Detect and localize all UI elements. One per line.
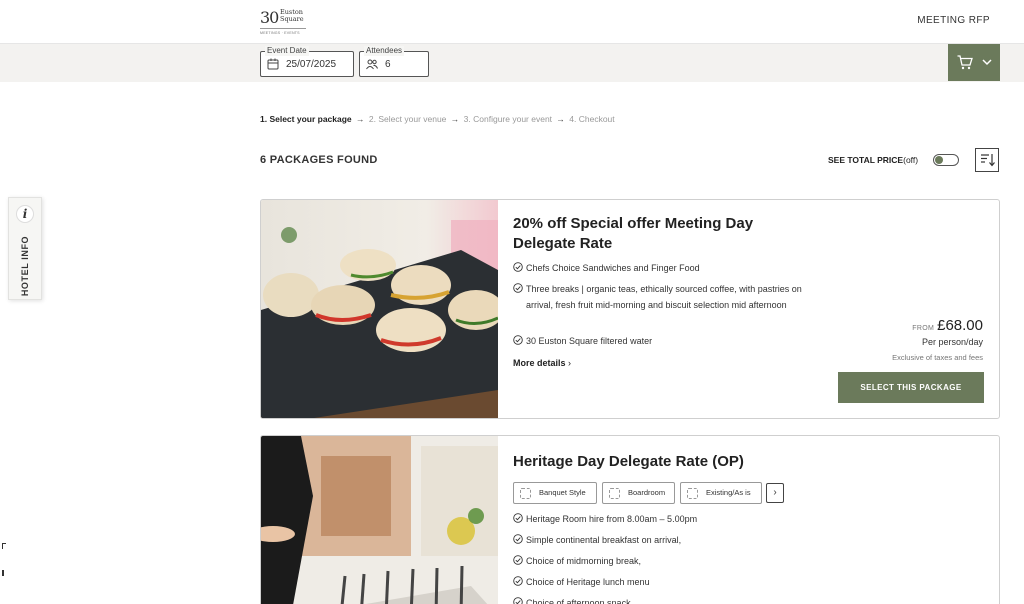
price-amount: £68.00 bbox=[937, 317, 983, 334]
package-feature: Choice of midmorning break, bbox=[513, 553, 813, 569]
existing-layout-icon bbox=[687, 488, 698, 499]
price-note: Exclusive of taxes and fees bbox=[892, 353, 983, 362]
event-date-value: 25/07/2025 bbox=[286, 59, 337, 70]
package-feature: Choice of afternoon snack bbox=[513, 595, 813, 604]
layout-chip-banquet[interactable]: Banquet Style bbox=[513, 482, 597, 504]
more-details-link[interactable]: More details › bbox=[513, 358, 571, 368]
attendees-field[interactable]: Attendees 6 bbox=[359, 46, 429, 77]
layout-chip-existing[interactable]: Existing/As is bbox=[680, 482, 762, 504]
step-4[interactable]: 4. Checkout bbox=[569, 114, 614, 124]
boardroom-icon bbox=[609, 488, 620, 499]
price-unit: Per person/day bbox=[921, 337, 983, 347]
breadcrumb-steps: 1. Select your package → 2. Select your … bbox=[260, 114, 615, 124]
check-icon bbox=[513, 534, 523, 544]
layout-chip-boardroom[interactable]: Boardroom bbox=[602, 482, 675, 504]
step-1[interactable]: 1. Select your package bbox=[260, 114, 352, 124]
logo[interactable]: 30 Euston Square MEETINGS · EVENTS bbox=[260, 6, 306, 36]
price-from-label: FROM bbox=[912, 325, 935, 332]
people-icon bbox=[366, 59, 378, 70]
check-icon bbox=[513, 513, 523, 523]
attendees-value: 6 bbox=[385, 59, 391, 70]
package-photo bbox=[261, 436, 498, 604]
package-feature: 30 Euston Square filtered water bbox=[513, 333, 813, 349]
layouts-next-button[interactable]: › bbox=[766, 483, 784, 503]
chevron-down-icon bbox=[982, 59, 992, 66]
check-icon bbox=[513, 576, 523, 586]
chevron-right-icon: › bbox=[568, 358, 572, 368]
step-arrow: → bbox=[556, 114, 565, 124]
step-3[interactable]: 3. Configure your event bbox=[464, 114, 552, 124]
total-price-toggle[interactable] bbox=[933, 154, 959, 166]
hotel-info-label: HOTEL INFO bbox=[20, 235, 30, 297]
sort-icon bbox=[981, 154, 995, 167]
check-icon bbox=[513, 283, 523, 293]
package-feature: Three breaks | organic teas, ethically s… bbox=[513, 281, 813, 313]
package-feature: Choice of Heritage lunch menu bbox=[513, 574, 813, 590]
package-photo bbox=[261, 200, 498, 418]
check-icon bbox=[513, 262, 523, 272]
cart-button[interactable] bbox=[948, 44, 1000, 81]
check-icon bbox=[513, 335, 523, 345]
logo-tagline: MEETINGS · EVENTS bbox=[260, 31, 300, 35]
info-icon: i bbox=[16, 205, 34, 223]
select-package-button[interactable]: SELECT THIS PACKAGE bbox=[838, 372, 984, 403]
check-icon bbox=[513, 597, 523, 604]
price: FROM £68.00 bbox=[912, 317, 983, 335]
package-feature: Simple continental breakfast on arrival, bbox=[513, 532, 813, 548]
package-title: Heritage Day Delegate Rate (OP) bbox=[513, 453, 744, 470]
package-title: 20% off Special offer Meeting Day Delega… bbox=[513, 215, 754, 252]
event-date-label: Event Date bbox=[265, 46, 309, 56]
attendees-label: Attendees bbox=[364, 46, 405, 56]
event-date-field[interactable]: Event Date 25/07/2025 bbox=[260, 46, 354, 77]
step-2[interactable]: 2. Select your venue bbox=[369, 114, 447, 124]
filter-bar: Event Date 25/07/2025 Attendees 6 bbox=[0, 44, 1024, 82]
total-price-label: SEE TOTAL PRICE(off) bbox=[828, 155, 919, 165]
left-edge-marker bbox=[2, 543, 6, 549]
step-arrow: → bbox=[356, 114, 365, 124]
meeting-rfp-link[interactable]: MEETING RFP bbox=[917, 15, 990, 26]
calendar-icon bbox=[267, 58, 279, 70]
packages-count: 6 PACKAGES FOUND bbox=[260, 154, 378, 166]
banquet-style-icon bbox=[520, 488, 531, 499]
hotel-info-tab[interactable]: i HOTEL INFO bbox=[8, 197, 42, 300]
package-feature: Heritage Room hire from 8.00am – 5.00pm bbox=[513, 511, 813, 527]
logo-number: 30 bbox=[260, 8, 279, 27]
package-card: 20% off Special offer Meeting Day Delega… bbox=[260, 199, 1000, 419]
sort-button[interactable] bbox=[975, 148, 999, 172]
cart-icon bbox=[957, 55, 973, 70]
package-feature: Chefs Choice Sandwiches and Finger Food bbox=[513, 260, 813, 276]
toggle-knob bbox=[935, 156, 943, 164]
package-card: Heritage Day Delegate Rate (OP) Banquet … bbox=[260, 435, 1000, 604]
left-edge-marker bbox=[2, 570, 4, 576]
logo-name: Euston Square bbox=[280, 8, 304, 23]
logo-rule bbox=[260, 28, 306, 29]
check-icon bbox=[513, 555, 523, 565]
top-header: 30 Euston Square MEETINGS · EVENTS MEETIN… bbox=[0, 0, 1024, 44]
step-arrow: → bbox=[450, 114, 460, 124]
